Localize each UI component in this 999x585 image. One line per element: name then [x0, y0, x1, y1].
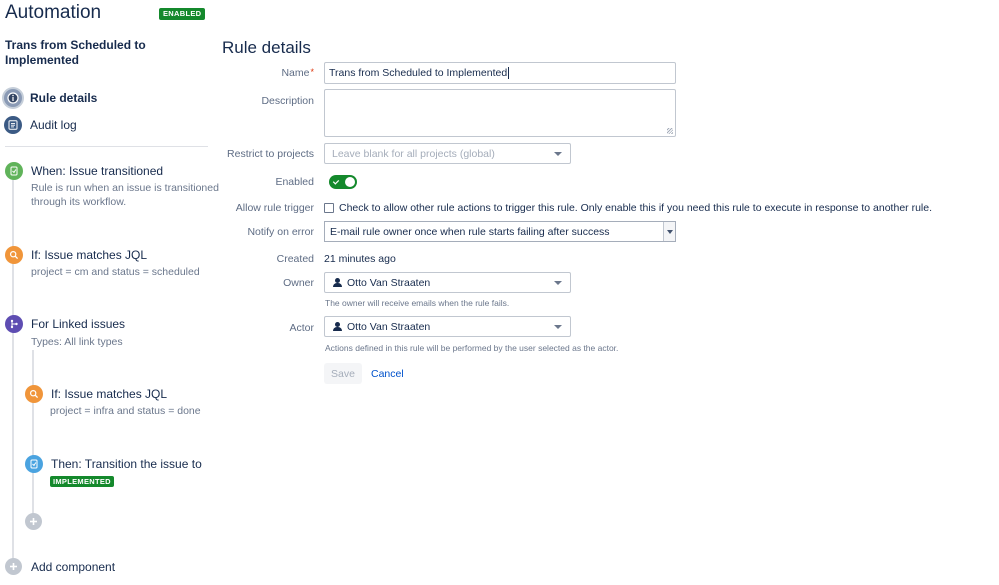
description-field[interactable]	[324, 89, 676, 137]
app-title: Automation	[5, 2, 102, 23]
actor-help-text: Actions defined in this rule will be per…	[325, 343, 619, 353]
branch-icon	[5, 315, 23, 333]
component-title[interactable]: If: Issue matches JQL	[51, 387, 167, 401]
nav-label: Audit log	[30, 118, 77, 132]
name-field[interactable]: Trans from Scheduled to Implemented	[324, 62, 676, 84]
actor-label: Actor	[289, 322, 314, 334]
user-icon	[333, 322, 342, 331]
enabled-toggle[interactable]	[329, 175, 357, 189]
notify-on-error-select[interactable]: E-mail rule owner once when rule starts …	[324, 221, 676, 242]
chevron-down-icon	[554, 151, 562, 156]
allow-trigger-text: Check to allow other rule actions to tri…	[339, 202, 932, 214]
check-icon	[332, 178, 340, 185]
audit-log-icon	[4, 116, 22, 134]
add-nested-component-icon[interactable]	[25, 513, 42, 530]
created-label: Created	[276, 253, 314, 265]
nav-audit-log[interactable]: Audit log	[4, 115, 77, 135]
page-title: Rule details	[222, 38, 311, 57]
component-title[interactable]: If: Issue matches JQL	[31, 248, 147, 262]
timeline-line	[12, 180, 14, 572]
user-icon	[333, 278, 342, 287]
save-button[interactable]: Save	[324, 363, 362, 384]
status-badge: IMPLEMENTED	[50, 476, 114, 487]
trigger-icon	[5, 162, 23, 180]
search-icon	[25, 385, 43, 403]
enabled-label: Enabled	[275, 176, 314, 188]
sidebar-divider	[5, 146, 208, 147]
actor-select[interactable]: Otto Van Straaten	[324, 316, 571, 337]
component-title[interactable]: When: Issue transitioned	[31, 164, 163, 178]
component-title[interactable]: Then: Transition the issue to	[51, 457, 202, 471]
restrict-projects-select[interactable]: Leave blank for all projects (global)	[324, 143, 571, 164]
owner-select[interactable]: Otto Van Straaten	[324, 272, 571, 293]
search-icon	[5, 246, 23, 264]
restrict-label: Restrict to projects	[227, 148, 314, 160]
resize-handle-icon[interactable]	[667, 128, 673, 134]
description-label: Description	[261, 95, 314, 107]
rule-name: Trans from Scheduled to Implemented	[5, 38, 146, 67]
component-title[interactable]: For Linked issues	[31, 317, 125, 331]
allow-trigger-checkbox[interactable]	[324, 203, 334, 213]
component-desc: Rule is run when an issue is transitione…	[31, 182, 219, 208]
cancel-button[interactable]: Cancel	[371, 368, 404, 380]
action-icon	[25, 455, 43, 473]
chevron-down-icon	[663, 222, 675, 241]
add-component-button[interactable]: Add component	[31, 560, 115, 574]
owner-label: Owner	[283, 277, 314, 289]
owner-help-text: The owner will receive emails when the r…	[325, 298, 510, 308]
component-desc: project = cm and status = scheduled	[31, 266, 200, 278]
name-label: Name*	[281, 67, 314, 79]
add-component-icon[interactable]	[5, 558, 22, 575]
toggle-knob	[345, 177, 355, 187]
chevron-down-icon	[554, 280, 562, 285]
nav-rule-details[interactable]: Rule details	[4, 88, 97, 108]
created-value: 21 minutes ago	[324, 253, 396, 265]
timeline-branch-line	[32, 350, 34, 520]
status-badge: ENABLED	[159, 8, 206, 20]
info-icon	[4, 89, 22, 107]
component-desc: project = infra and status = done	[50, 405, 201, 417]
notify-label: Notify on error	[247, 226, 314, 238]
nav-label: Rule details	[30, 91, 98, 105]
chevron-down-icon	[554, 324, 562, 329]
allow-trigger-label: Allow rule trigger	[235, 202, 314, 214]
component-desc: Types: All link types	[31, 336, 123, 348]
